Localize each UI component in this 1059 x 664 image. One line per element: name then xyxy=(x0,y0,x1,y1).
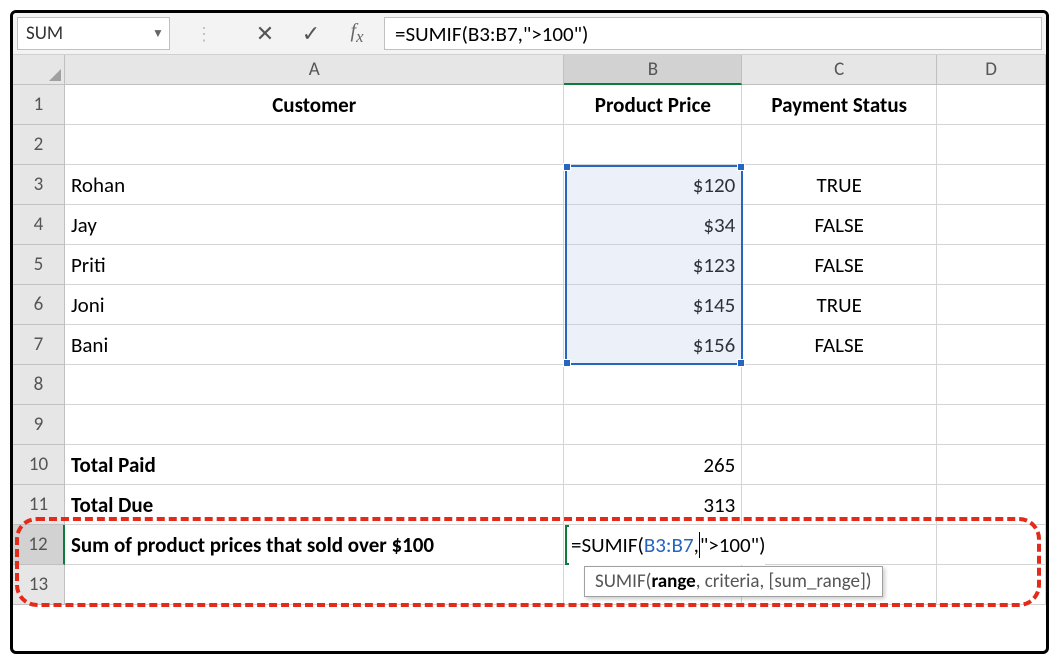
cell-A3[interactable]: Rohan xyxy=(65,165,565,205)
cell-C2[interactable] xyxy=(742,125,937,165)
name-box[interactable]: SUM ▼ xyxy=(17,17,170,50)
col-header-C[interactable]: C xyxy=(742,55,937,85)
formula-range-ref: B3:B7 xyxy=(644,532,694,558)
cell-C12[interactable] xyxy=(742,525,937,565)
formula-input[interactable]: =SUMIF(B3:B7,">100") xyxy=(384,17,1042,50)
formula-bar: SUM ▼ ⋮ ✕ ✓ fx =SUMIF(B3:B7,">100") xyxy=(13,13,1046,55)
cell-C7[interactable]: FALSE xyxy=(742,325,937,365)
formula-bar-buttons: ✕ ✓ fx xyxy=(238,13,384,54)
row-header-9[interactable]: 9 xyxy=(13,405,65,445)
cell-D4[interactable] xyxy=(937,205,1046,245)
excel-window: SUM ▼ ⋮ ✕ ✓ fx =SUMIF(B3:B7,">100") A B … xyxy=(10,10,1049,654)
name-box-dropdown-icon[interactable]: ▼ xyxy=(147,26,169,41)
cell-C6[interactable]: TRUE xyxy=(742,285,937,325)
cell-D5[interactable] xyxy=(937,245,1046,285)
cell-D12[interactable] xyxy=(937,525,1046,565)
formula-input-text: =SUMIF(B3:B7,">100") xyxy=(395,21,588,47)
cell-D6[interactable] xyxy=(937,285,1046,325)
cell-A7[interactable]: Bani xyxy=(65,325,565,365)
cell-B1[interactable]: Product Price xyxy=(564,85,742,125)
cell-D10[interactable] xyxy=(937,445,1046,485)
cell-B4[interactable]: $34 xyxy=(564,205,742,245)
cell-B11[interactable]: 313 xyxy=(564,485,742,525)
row-header-6[interactable]: 6 xyxy=(13,285,65,325)
cell-D13[interactable] xyxy=(937,565,1046,605)
row-header-5[interactable]: 5 xyxy=(13,245,65,285)
name-box-value: SUM xyxy=(18,22,147,45)
row-header-2[interactable]: 2 xyxy=(13,125,65,165)
cell-A13[interactable] xyxy=(65,565,565,605)
cell-A10[interactable]: Total Paid xyxy=(65,445,565,485)
grid-body: 1 Customer Product Price Payment Status … xyxy=(13,85,1046,605)
cell-C3[interactable]: TRUE xyxy=(742,165,937,205)
cell-B2[interactable] xyxy=(564,125,742,165)
cell-D3[interactable] xyxy=(937,165,1046,205)
row-header-7[interactable]: 7 xyxy=(13,325,65,365)
formula-prefix: =SUMIF( xyxy=(571,532,644,558)
cell-B3[interactable]: $120 xyxy=(564,165,742,205)
cell-C5[interactable]: FALSE xyxy=(742,245,937,285)
row-header-11[interactable]: 11 xyxy=(13,485,65,525)
col-header-D[interactable]: D xyxy=(937,55,1046,85)
cell-A12[interactable]: Sum of product prices that sold over $10… xyxy=(65,525,565,565)
cell-B8[interactable] xyxy=(564,365,742,405)
cell-C11[interactable] xyxy=(742,485,937,525)
row-header-8[interactable]: 8 xyxy=(13,365,65,405)
cell-A8[interactable] xyxy=(65,365,565,405)
col-header-B[interactable]: B xyxy=(564,55,742,85)
cancel-icon[interactable]: ✕ xyxy=(254,20,276,47)
tooltip-arg1: range xyxy=(651,570,695,593)
cell-C8[interactable] xyxy=(742,365,937,405)
cell-C9[interactable] xyxy=(742,405,937,445)
tooltip-rest: , criteria, [sum_range]) xyxy=(696,570,872,593)
cell-D9[interactable] xyxy=(937,405,1046,445)
tooltip-fn: SUMIF( xyxy=(595,570,651,593)
spreadsheet-grid[interactable]: A B C D 1 Customer Product Price Payment… xyxy=(13,55,1046,651)
cell-A5[interactable]: Priti xyxy=(65,245,565,285)
cell-B6[interactable]: $145 xyxy=(564,285,742,325)
cell-A2[interactable] xyxy=(65,125,565,165)
cell-A11[interactable]: Total Due xyxy=(65,485,565,525)
cell-B7[interactable]: $156 xyxy=(564,325,742,365)
cell-editor[interactable]: =SUMIF(B3:B7,">100") xyxy=(569,525,765,565)
cell-B9[interactable] xyxy=(564,405,742,445)
cell-A1[interactable]: Customer xyxy=(65,85,565,125)
fx-icon[interactable]: fx xyxy=(346,20,368,47)
row-header-10[interactable]: 10 xyxy=(13,445,65,485)
cell-D7[interactable] xyxy=(937,325,1046,365)
cell-D11[interactable] xyxy=(937,485,1046,525)
cell-A6[interactable]: Joni xyxy=(65,285,565,325)
enter-icon[interactable]: ✓ xyxy=(300,20,322,47)
cell-C10[interactable] xyxy=(742,445,937,485)
cell-B5[interactable]: $123 xyxy=(564,245,742,285)
row-header-4[interactable]: 4 xyxy=(13,205,65,245)
cell-A9[interactable] xyxy=(65,405,565,445)
row-header-13[interactable]: 13 xyxy=(13,565,65,605)
row-header-3[interactable]: 3 xyxy=(13,165,65,205)
cell-D2[interactable] xyxy=(937,125,1046,165)
cell-C1[interactable]: Payment Status xyxy=(742,85,937,125)
cell-A4[interactable]: Jay xyxy=(65,205,565,245)
row-header-12[interactable]: 12 xyxy=(13,525,65,565)
column-headers: A B C D xyxy=(13,55,1046,85)
col-header-A[interactable]: A xyxy=(65,55,565,85)
cell-C4[interactable]: FALSE xyxy=(742,205,937,245)
function-tooltip: SUMIF(range, criteria, [sum_range]) xyxy=(584,566,883,597)
row-header-1[interactable]: 1 xyxy=(13,85,65,125)
formula-bar-separator: ⋮ xyxy=(170,13,238,54)
cell-D8[interactable] xyxy=(937,365,1046,405)
cell-B10[interactable]: 265 xyxy=(564,445,742,485)
formula-suffix: ">100") xyxy=(700,532,766,558)
select-all-corner[interactable] xyxy=(13,55,65,85)
cell-D1[interactable] xyxy=(937,85,1046,125)
